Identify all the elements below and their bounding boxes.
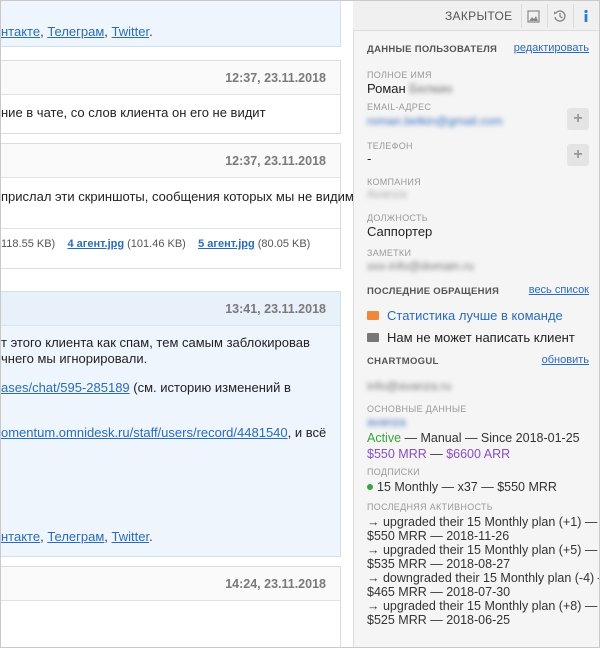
activity-line: $465 MRR — 2018-07-30 xyxy=(367,585,511,599)
email-label: EMAIL-АДРЕС xyxy=(367,102,432,112)
message-card: 14:24, 23.11.2018 xyxy=(1,566,341,647)
message-text: чнего мы игнорировали. xyxy=(1,351,148,366)
message-text: т этого клиента как спам, тем самым забл… xyxy=(1,335,310,350)
basic-data-value: avanza xyxy=(367,415,406,429)
mail-icon xyxy=(367,333,379,342)
active-dot-icon xyxy=(367,484,373,490)
edit-user-link[interactable]: редактировать xyxy=(514,42,589,54)
add-phone-button[interactable]: + xyxy=(567,144,589,166)
full-name-value: Роман Белкин xyxy=(367,81,453,96)
add-email-button[interactable]: + xyxy=(567,108,589,130)
mrr-value: $550 MRR xyxy=(367,447,427,461)
message-time: 14:24, 23.11.2018 xyxy=(225,577,326,591)
chat-history-link[interactable]: ases/chat/595-285189 xyxy=(1,380,130,395)
message-links: нтакте, Телеграм, Twitter. xyxy=(1,529,153,544)
attachments-list: 118.55 KB) 4 агент.jpg (101.46 KB) 5 аге… xyxy=(1,238,310,250)
email-value: roman.belkin@gmail.com xyxy=(367,114,503,128)
arr-value: $6600 ARR xyxy=(446,447,511,461)
activity-line: $525 MRR — 2018-06-25 xyxy=(367,613,511,627)
message-card: 13:41, 23.11.2018 т этого клиента как сп… xyxy=(1,291,341,557)
attachment-link[interactable]: 4 агент.jpg xyxy=(67,238,124,250)
conversation-pane[interactable]: нтакте, Телеграм, Twitter. 12:37, 23.11.… xyxy=(1,1,353,647)
message-links: нтакте, Телеграм, Twitter. xyxy=(1,24,153,39)
customer-status-line: Active — Manual — Since 2018-01-25 xyxy=(367,431,580,445)
activity-line: → upgraded their 15 Monthly plan (+1) — xyxy=(367,515,598,529)
chartmogul-email: info@avanza.ru xyxy=(367,379,452,393)
customer-status: Active xyxy=(367,431,402,445)
message-text: ние в чате, со слов клиента он его не ви… xyxy=(1,105,266,120)
recent-requests-title: ПОСЛЕДНИЕ ОБРАЩЕНИЯ xyxy=(367,286,500,297)
attachment-link[interactable]: 5 агент.jpg xyxy=(198,238,255,250)
all-requests-link[interactable]: весь список xyxy=(529,284,589,296)
revenue-line: $550 MRR — $6600 ARR xyxy=(367,447,511,461)
basic-data-label: ОСНОВНЫЕ ДАННЫЕ xyxy=(367,404,467,414)
attachment-size: (80.05 KB) xyxy=(257,238,311,250)
full-name-blurred: Белкин xyxy=(409,81,453,96)
company-value: Avanza xyxy=(367,187,407,201)
twitter-link[interactable]: Twitter xyxy=(112,24,150,39)
message-card: 12:37, 23.11.2018 прислал эти скриншоты,… xyxy=(1,143,353,269)
position-value: Саппортер xyxy=(367,224,433,239)
mail-icon xyxy=(367,311,379,320)
message-time: 13:41, 23.11.2018 xyxy=(225,302,326,316)
telegram-link[interactable]: Телеграм xyxy=(47,24,104,39)
activity-line: $535 MRR — 2018-08-27 xyxy=(367,557,511,571)
request-item[interactable]: Нам не может написать клиент xyxy=(367,330,575,345)
attachment-size: (101.46 KB) xyxy=(127,238,186,250)
phone-label: ТЕЛЕФОН xyxy=(367,141,413,151)
message-time: 12:37, 23.11.2018 xyxy=(225,154,326,168)
attachment-size: 118.55 KB) xyxy=(1,238,56,250)
request-item[interactable]: Статистика лучше в команде xyxy=(367,308,563,323)
message-card: 12:37, 23.11.2018 ние в чате, со слов кл… xyxy=(1,60,341,134)
notes-label: ЗАМЕТКИ xyxy=(367,248,412,258)
activity-line: → downgraded their 15 Monthly plan (-4) … xyxy=(367,571,600,585)
phone-value: - xyxy=(367,151,372,166)
chartmogul-title: CHARTMOGUL xyxy=(367,356,439,367)
activity-line: $550 MRR — 2018-11-26 xyxy=(367,529,510,543)
vk-link[interactable]: нтакте xyxy=(1,529,40,544)
telegram-link[interactable]: Телеграм xyxy=(47,529,104,544)
full-name-label: ПОЛНОЕ ИМЯ xyxy=(367,70,432,80)
message-card: нтакте, Телеграм, Twitter. xyxy=(1,1,341,47)
message-text: прислал эти скриншоты, сообщения которых… xyxy=(1,189,353,204)
recent-activity-label: ПОСЛЕДНЯЯ АКТИВНОСТЬ xyxy=(367,502,493,512)
subscriptions-label: ПОДПИСКИ xyxy=(367,467,420,477)
notes-value: xxx-info@domain.ru xyxy=(367,259,474,273)
activity-line: → upgraded their 15 Monthly plan (+5) — xyxy=(367,543,598,557)
sidebar-content: ДАННЫЕ ПОЛЬЗОВАТЕЛЯ редактировать ПОЛНОЕ… xyxy=(353,1,600,647)
user-data-title: ДАННЫЕ ПОЛЬЗОВАТЕЛЯ xyxy=(367,44,498,55)
user-record-link[interactable]: omentum.omnidesk.ru/staff/users/record/4… xyxy=(1,425,288,440)
attachments-divider xyxy=(1,228,340,229)
message-text: ases/chat/595-285189 (см. историю измене… xyxy=(1,380,291,395)
subscription-item: 15 Monthly — x37 — $550 MRR xyxy=(367,480,557,494)
twitter-link[interactable]: Twitter xyxy=(112,529,150,544)
activity-line: → upgraded their 15 Monthly plan (+8) — xyxy=(367,599,598,613)
message-time: 12:37, 23.11.2018 xyxy=(225,71,326,85)
position-label: ДОЛЖНОСТЬ xyxy=(367,213,429,223)
vk-link[interactable]: нтакте xyxy=(1,24,40,39)
company-label: КОМПАНИЯ xyxy=(367,177,421,187)
refresh-link[interactable]: обновить xyxy=(542,354,589,366)
app-frame: нтакте, Телеграм, Twitter. 12:37, 23.11.… xyxy=(0,0,600,648)
message-text: omentum.omnidesk.ru/staff/users/record/4… xyxy=(1,425,327,440)
